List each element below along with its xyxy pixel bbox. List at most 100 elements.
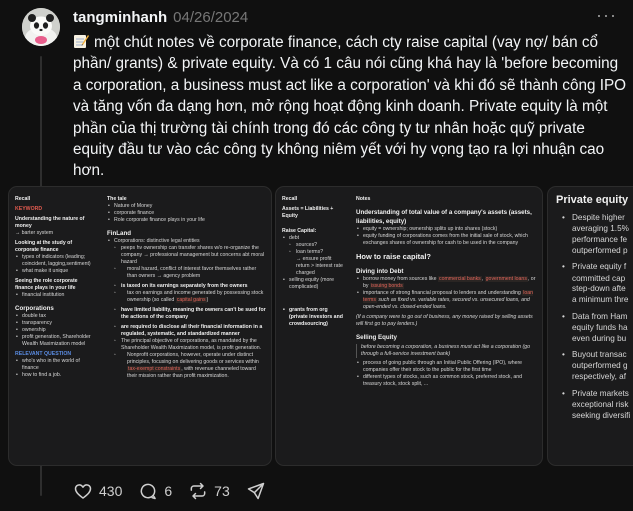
like-count: 430 [99,483,123,499]
list-item: Data from Hamequity funds haeven during … [556,312,633,345]
note-line: Role corporate finance plays in your lif… [107,217,267,224]
note-line: double tax [15,313,91,320]
list-item-line: committed cap [572,273,626,283]
repost-button[interactable]: 73 [188,481,230,501]
note-line: financial institution [15,292,91,299]
keyword-heading: KEYWORD [15,206,43,212]
comment-count: 6 [164,483,173,499]
inline-code: government loans [484,276,528,282]
note-line: (If a company were to go out of business… [356,314,533,327]
notes-heading: Notes [356,196,371,202]
note-line: Nonprofit corporations, however, operate… [107,352,267,380]
note-line: transparency [15,320,91,327]
relevant-question-heading: RELEVANT QUESTION [15,351,72,357]
note-line: selling equity (more complicated) [282,277,346,291]
panda-avatar [22,8,60,46]
list-item-line: Private markets [556,389,633,400]
inline-code: issuing bonds [369,283,404,289]
note-line: Understanding of total value of a compan… [356,209,532,225]
memo-icon [74,35,89,48]
note-line: equity = ownership; ownership splits up … [356,226,538,233]
list-item-line: seeking diversifi [572,410,631,420]
note-line: have limited liability, meaning the owne… [107,307,267,321]
note-line: peeps hv ownership can transfer shares w… [107,245,267,266]
note-line: tax on earnings and income generated by … [107,290,267,304]
note-line: Nature of Money [107,203,267,210]
note-line: The principal objective of corporations,… [107,338,267,352]
note-line: is taxed on its earnings separately from… [107,283,267,290]
tale-column: The tale Nature of Money corporate finan… [107,193,267,380]
note-line: ownership [15,327,91,334]
share-icon [247,482,264,500]
notes-column: Notes Understanding of total value of a … [356,193,538,388]
list-item-line: respectively, af [572,372,626,382]
note-line: sources? [282,242,346,249]
note-line: borrow money from sources like commercia… [356,276,538,290]
list-item-line: averaging 1.5% [572,224,629,234]
inline-code: capital gains [175,297,207,303]
list-item-line: Private equity f [556,262,633,273]
comment-icon [140,483,157,500]
equation-line: Assets = Liabilities + Equity [282,206,334,219]
action-bar: 430 6 73 [73,479,282,503]
tale-heading: The tale [107,196,127,202]
private-equity-list: Despite higheraveraging 1.5%performance … [556,213,633,427]
post-body: một chút notes về corporate finance, các… [73,34,627,180]
recall-heading: Recall [282,196,298,202]
note-line: what make it unique [15,268,91,275]
raise-capital-title: How to raise capital? [356,252,432,261]
note-line: equity funding of corporations comes fro… [356,233,538,247]
note-line: loan terms? [282,249,346,256]
list-item-line: Buyout transac [556,350,633,361]
note-line: how to find a job. [15,372,91,379]
note-line: different types of stocks, such as commo… [356,374,538,388]
note-line: moral hazard, conflict of interest favor… [107,266,267,280]
corporations-heading: Corporations [15,305,54,312]
selling-equity-heading: Selling Equity [356,334,397,341]
note-line: debt [282,235,346,242]
more-horizontal-icon[interactable]: ··· [596,6,616,28]
avatar[interactable] [22,8,60,46]
note-image-2[interactable]: Recall Assets = Liabilities + Equity Rai… [275,186,543,466]
list-item-line: outperformed p [572,245,628,255]
list-item-line: equity funds ha [572,322,628,332]
note-line: → barter system [15,230,54,236]
list-item: Despite higheraveraging 1.5%performance … [556,213,633,256]
list-item-line: step-down afte [572,284,626,294]
share-button[interactable] [246,481,266,501]
list-item-line: Data from Ham [556,312,633,323]
private-equity-heading: Private equity [556,194,629,206]
debt-heading: Diving into Debt [356,268,404,275]
comment-button[interactable]: 6 [138,481,172,501]
quote-line: before becoming a corporation, a busines… [356,344,538,358]
note-line: Understanding the nature of money [15,216,85,229]
post-date[interactable]: 04/26/2024 [173,9,248,26]
raise-capital-heading: Raise Capital: [282,228,317,234]
list-item-line: a minimum thre [572,294,629,304]
media-carousel[interactable]: Recall KEYWORD Understanding the nature … [0,186,633,466]
note-image-3[interactable]: Private equity Despite higheraveraging 1… [547,186,633,466]
username[interactable]: tangminhanh [73,9,167,26]
note-line: grants from org (private investors and c… [282,307,346,328]
note-line: Seeing the role corporate finance plays … [15,278,78,291]
like-button[interactable]: 430 [73,481,122,501]
post-header: tangminhanh 04/26/2024 [73,9,248,29]
list-item-line: Despite higher [556,213,633,224]
repost-count: 73 [214,483,230,499]
note-image-1[interactable]: Recall KEYWORD Understanding the nature … [8,186,272,466]
recall-heading: Recall [15,196,31,202]
recall-column: Recall Assets = Liabilities + Equity Rai… [282,193,346,328]
heart-icon [74,484,92,499]
repost-icon [190,482,206,500]
list-item: Buyout transacoutperformed grespectively… [556,350,633,383]
list-item-line: performance fe [572,234,628,244]
inline-code: tax-exempt constraints [127,366,182,372]
post-text: một chút notes về corporate finance, các… [73,32,629,182]
inline-code: commercial banks [437,276,482,282]
note-line: → ensure profit return > interest rate c… [296,256,343,276]
note-line: who's who in the world of finance [15,358,91,372]
note-line: process of going public through an Initi… [356,360,538,374]
note-line: are required to disclose all their finan… [107,324,267,338]
recall-column: Recall KEYWORD Understanding the nature … [15,193,91,379]
note-line: corporate finance [107,210,267,217]
